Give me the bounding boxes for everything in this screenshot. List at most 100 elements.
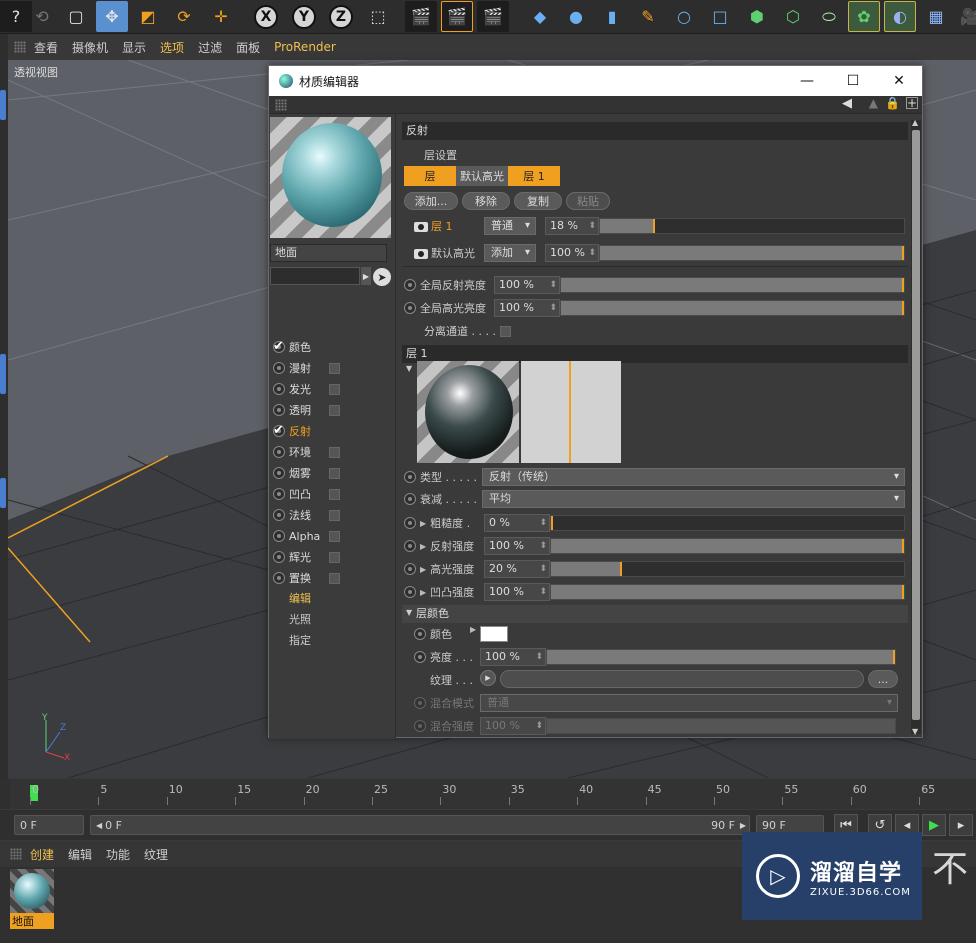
current-frame-field[interactable]: 0 F: [14, 815, 84, 835]
scroll-down-icon[interactable]: ▼: [912, 727, 918, 736]
blend-strength-slider[interactable]: [546, 718, 896, 734]
texture-browse-button[interactable]: ...: [868, 670, 898, 688]
channel-checkbox[interactable]: ✔: [273, 424, 284, 437]
global-spec-slider[interactable]: [560, 300, 905, 316]
animate-radio-icon[interactable]: [404, 540, 416, 552]
scale-icon[interactable]: ◩: [132, 1, 164, 32]
animate-radio-icon[interactable]: [404, 586, 416, 598]
x-axis-icon[interactable]: X: [250, 1, 282, 32]
grip-icon[interactable]: [275, 99, 287, 111]
param-slider[interactable]: [550, 584, 905, 600]
grip-icon[interactable]: [14, 41, 26, 53]
animate-radio-icon[interactable]: [273, 383, 285, 395]
menu-create[interactable]: 创建: [30, 846, 54, 863]
menu-display[interactable]: 显示: [122, 39, 146, 56]
floor-icon[interactable]: ▦: [920, 1, 952, 32]
material-search-input[interactable]: [270, 267, 360, 285]
default-spec-mode-select[interactable]: 添加: [484, 244, 536, 262]
channel-checkbox[interactable]: [329, 488, 340, 500]
texture-arrow-icon[interactable]: ▶: [480, 670, 496, 686]
channel-item[interactable]: 凹凸: [273, 485, 391, 503]
scroll-up-icon[interactable]: ▲: [912, 118, 918, 127]
material-preview[interactable]: [270, 117, 391, 238]
animate-radio-icon[interactable]: [273, 488, 285, 500]
layer-row-1[interactable]: 层 1: [414, 218, 453, 234]
subdivision-icon[interactable]: ⬢: [741, 1, 773, 32]
cube-icon[interactable]: ◆: [524, 1, 556, 32]
type-select[interactable]: 反射（传统）: [482, 468, 905, 486]
channel-checkbox[interactable]: [329, 383, 340, 395]
channel-item[interactable]: 颜色 ✔: [273, 338, 391, 356]
lock-icon[interactable]: 🔒: [885, 96, 900, 110]
layer-1-strength-field[interactable]: 18 %: [545, 217, 599, 235]
mode-button[interactable]: [0, 90, 6, 120]
render-settings-icon[interactable]: 🎬: [477, 1, 509, 32]
expand-arrow-icon[interactable]: ▶: [420, 588, 426, 597]
rotate-icon[interactable]: ⟳: [168, 1, 200, 32]
menu-function[interactable]: 功能: [106, 846, 130, 863]
redo-icon[interactable]: ⟲: [26, 1, 58, 32]
bend-icon[interactable]: ⬡: [777, 1, 809, 32]
channel-checkbox[interactable]: [329, 362, 340, 374]
channel-checkbox[interactable]: [329, 404, 340, 416]
channel-item[interactable]: 漫射: [273, 359, 391, 377]
tab-layer-1[interactable]: 层 1: [508, 166, 560, 186]
animate-radio-icon[interactable]: [273, 362, 285, 374]
play-icon[interactable]: ▶: [922, 814, 946, 836]
cloner-icon[interactable]: ✿: [848, 1, 880, 32]
brightness-slider[interactable]: [546, 649, 896, 665]
maximize-button[interactable]: ☐: [830, 66, 876, 96]
remove-layer-button[interactable]: 移除: [462, 192, 510, 210]
copy-layer-button[interactable]: 复制: [514, 192, 562, 210]
global-spec-field[interactable]: 100 %: [494, 299, 560, 317]
channel-checkbox[interactable]: [329, 530, 340, 542]
layer-row-default-spec[interactable]: 默认高光: [414, 245, 475, 261]
collapse-arrow-icon[interactable]: ▼: [406, 364, 412, 373]
close-button[interactable]: ✕: [876, 66, 922, 96]
animate-radio-icon[interactable]: [404, 493, 416, 505]
attenuation-select[interactable]: 平均: [482, 490, 905, 508]
y-axis-icon[interactable]: Y: [288, 1, 320, 32]
param-field[interactable]: 20 %: [484, 560, 550, 578]
blend-strength-field[interactable]: 100 %: [480, 717, 546, 735]
animate-radio-icon[interactable]: [414, 628, 426, 640]
render-picture-icon[interactable]: 🎬: [441, 1, 473, 32]
next-frame-icon[interactable]: ▸: [949, 814, 973, 836]
menu-camera[interactable]: 摄像机: [72, 39, 108, 56]
mode-button[interactable]: [0, 354, 6, 394]
timeline[interactable]: 051015202530354045505560657: [0, 779, 976, 809]
channel-checkbox[interactable]: [329, 572, 340, 584]
tab-default-spec[interactable]: 默认高光: [456, 166, 508, 186]
menu-edit[interactable]: 编辑: [68, 846, 92, 863]
animate-radio-icon[interactable]: [273, 572, 285, 584]
sub-assign[interactable]: 指定: [289, 632, 311, 648]
menu-options[interactable]: 选项: [160, 39, 184, 56]
default-spec-strength-field[interactable]: 100 %: [545, 244, 599, 262]
scroll-thumb[interactable]: [912, 130, 920, 720]
param-field[interactable]: 100 %: [484, 537, 550, 555]
animate-radio-icon[interactable]: [414, 651, 426, 663]
channel-item[interactable]: 烟雾: [273, 464, 391, 482]
default-spec-strength-slider[interactable]: [599, 245, 905, 261]
separate-channels-checkbox[interactable]: [499, 325, 511, 337]
param-slider[interactable]: [550, 515, 905, 531]
grip-icon[interactable]: [10, 848, 22, 860]
blend-mode-select[interactable]: 普通: [480, 694, 898, 712]
animate-radio-icon[interactable]: [404, 471, 416, 483]
animate-radio-icon[interactable]: [273, 467, 285, 479]
layer-color-swatch[interactable]: [480, 626, 508, 642]
channel-checkbox[interactable]: [329, 551, 340, 563]
param-field[interactable]: 100 %: [484, 583, 550, 601]
menu-view[interactable]: 查看: [34, 39, 58, 56]
channel-item[interactable]: Alpha: [273, 527, 391, 545]
material-name-field[interactable]: 地面: [270, 244, 387, 262]
eye-icon[interactable]: [414, 249, 428, 259]
expand-arrow-icon[interactable]: ▶: [470, 625, 476, 634]
animate-radio-icon[interactable]: [404, 517, 416, 529]
deformer-icon[interactable]: ◐: [884, 1, 916, 32]
camera-icon[interactable]: 🎥: [954, 1, 976, 32]
animate-radio-icon[interactable]: [273, 446, 285, 458]
channel-item[interactable]: 发光: [273, 380, 391, 398]
channel-checkbox[interactable]: [329, 467, 340, 479]
expand-arrow-icon[interactable]: ▶: [420, 519, 426, 528]
